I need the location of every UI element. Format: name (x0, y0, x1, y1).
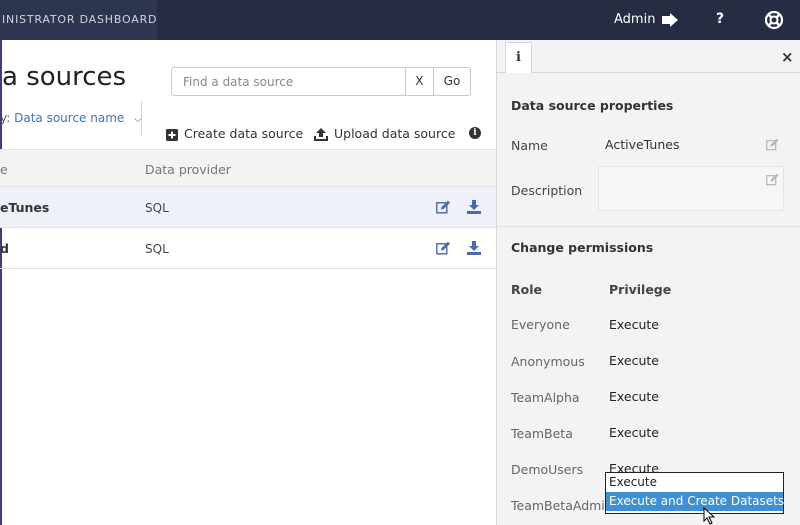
dropdown-option-execute-and-create-datasets[interactable]: Execute and Create Datasets (606, 492, 784, 511)
row-provider: SQL (145, 201, 169, 215)
privilege-select[interactable]: Execute (609, 425, 659, 440)
lifebuoy-icon[interactable] (764, 10, 784, 30)
role-everyone: Everyone (511, 317, 570, 332)
column-header-name[interactable]: e (0, 162, 8, 177)
sort-dropdown[interactable]: y: Data source name ⌵ (0, 111, 142, 125)
sort-prefix: y: (0, 111, 11, 125)
panel-tab-border (497, 72, 800, 73)
privilege-column-header: Privilege (609, 282, 672, 297)
info-tab-icon[interactable]: i (505, 42, 532, 73)
properties-title: Data source properties (511, 98, 674, 113)
role-column-header: Role (511, 282, 542, 297)
privilege-select[interactable]: Execute (609, 317, 659, 332)
edit-icon[interactable] (436, 241, 451, 255)
data-source-table: e Data provider eTunes SQL d SQL (0, 149, 496, 269)
upload-icon (314, 128, 328, 141)
row-name[interactable]: eTunes (0, 200, 49, 215)
sort-value[interactable]: Data source name (14, 111, 124, 125)
plus-square-icon (166, 128, 178, 141)
table-row[interactable]: d SQL (0, 228, 496, 269)
create-data-source-button[interactable]: Create data source (166, 126, 303, 141)
edit-description-icon[interactable] (766, 173, 779, 186)
search-input[interactable]: Find a data source (171, 67, 406, 96)
role-teambetaadmin: TeamBetaAdmin (511, 498, 613, 513)
row-provider: SQL (145, 242, 169, 256)
edit-icon[interactable] (436, 200, 451, 214)
description-field[interactable] (598, 166, 784, 211)
dropdown-option-execute[interactable]: Execute (606, 473, 783, 492)
properties-panel: i × Data source properties Name ActiveTu… (496, 40, 800, 525)
help-button[interactable]: ? (716, 11, 724, 27)
panel-divider (497, 226, 800, 227)
app-title: INISTRATOR DASHBOARD (2, 13, 158, 26)
search-placeholder: Find a data source (183, 75, 294, 89)
info-icon[interactable]: i (469, 127, 481, 139)
row-name[interactable]: d (0, 241, 9, 256)
create-data-source-label: Create data source (184, 126, 304, 141)
user-menu[interactable]: Admin (614, 12, 655, 27)
role-teamalpha: TeamAlpha (511, 390, 580, 405)
toolbar-divider (141, 101, 142, 135)
role-demousers: DemoUsers (511, 462, 584, 477)
name-label: Name (511, 138, 548, 153)
name-value: ActiveTunes (605, 137, 680, 152)
table-row[interactable]: eTunes SQL (0, 187, 496, 228)
column-header-provider[interactable]: Data provider (145, 162, 231, 177)
upload-data-source-label: Upload data source (334, 126, 456, 141)
permissions-title: Change permissions (511, 240, 654, 255)
role-teambeta: TeamBeta (511, 426, 573, 441)
mouse-pointer-icon (703, 507, 716, 525)
privilege-select[interactable]: Execute (609, 389, 659, 404)
download-icon[interactable] (467, 200, 481, 214)
top-bar: INISTRATOR DASHBOARD Admin ? (0, 0, 800, 40)
edit-name-icon[interactable] (766, 138, 779, 151)
download-icon[interactable] (467, 241, 481, 255)
table-header: e Data provider (0, 149, 496, 187)
role-anonymous: Anonymous (511, 354, 585, 369)
search-clear-button[interactable]: X (405, 67, 434, 96)
sign-out-icon[interactable] (661, 11, 679, 29)
search-go-button[interactable]: Go (433, 67, 471, 96)
privilege-select[interactable]: Execute (609, 353, 659, 368)
close-icon[interactable]: × (781, 48, 794, 66)
upload-data-source-button[interactable]: Upload data source (314, 126, 455, 141)
description-label: Description (511, 183, 583, 198)
privilege-dropdown-list[interactable]: Execute Execute and Create Datasets (605, 472, 784, 514)
page-title: a sources (2, 62, 127, 92)
